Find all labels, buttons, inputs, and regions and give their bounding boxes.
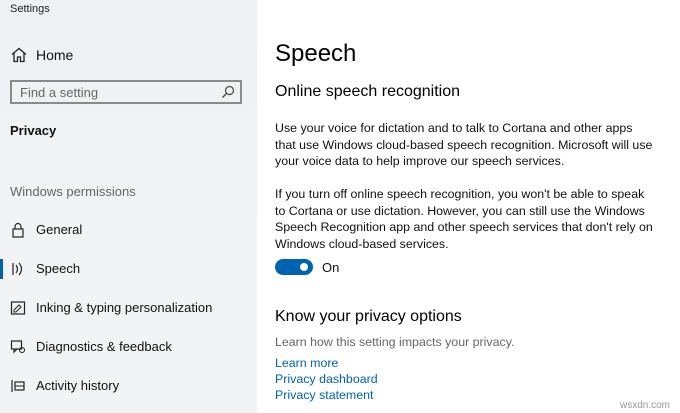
lock-icon — [12, 222, 24, 238]
learn-more-link[interactable]: Learn more — [275, 356, 338, 370]
sidebar-item-label: Activity history — [36, 378, 120, 393]
description-paragraph: Use your voice for dictation and to talk… — [275, 121, 653, 168]
privacy-statement-link[interactable]: Privacy statement — [275, 388, 373, 402]
diagnostics-icon — [10, 340, 26, 354]
sidebar-item-diagnostics[interactable]: Diagnostics & feedback — [0, 332, 257, 362]
home-icon — [11, 47, 27, 63]
sidebar-item-speech[interactable]: Speech — [0, 254, 257, 284]
speech-icon — [12, 262, 23, 276]
privacy-dashboard-link[interactable]: Privacy dashboard — [275, 372, 378, 386]
sidebar-item-label: Speech — [36, 261, 81, 276]
page-title: Speech — [275, 40, 357, 67]
search-input[interactable] — [20, 84, 210, 100]
home-label: Home — [36, 47, 74, 63]
activity-history-icon — [11, 380, 25, 392]
sidebar: Settings Home Privacy Windows permission… — [0, 0, 257, 413]
search-icon[interactable] — [221, 85, 235, 99]
privacy-options-subtitle: Learn how this setting impacts your priv… — [275, 335, 515, 349]
toggle-state-label: On — [322, 260, 340, 275]
section-title: Privacy — [10, 123, 57, 138]
sidebar-item-inking-typing[interactable]: Inking & typing personalization — [0, 293, 257, 323]
home-nav-item[interactable]: Home — [10, 44, 73, 66]
sidebar-item-activity-history[interactable]: Activity history — [0, 371, 257, 401]
online-speech-toggle[interactable] — [275, 259, 313, 275]
section-heading-privacy-options: Know your privacy options — [275, 308, 462, 325]
search-box[interactable] — [10, 80, 242, 104]
sidebar-item-general[interactable]: General — [0, 215, 257, 245]
selection-indicator — [0, 259, 3, 279]
inking-icon — [10, 301, 26, 315]
toggle-knob — [300, 263, 308, 271]
group-label: Windows permissions — [10, 184, 136, 199]
sidebar-item-label: Inking & typing personalization — [36, 300, 213, 315]
sidebar-item-label: Diagnostics & feedback — [36, 339, 172, 354]
sidebar-item-label: General — [36, 222, 83, 237]
window-title: Settings — [10, 3, 50, 15]
section-heading-online-speech: Online speech recognition — [275, 83, 461, 100]
warning-paragraph: If you turn off online speech recognitio… — [275, 187, 653, 251]
watermark: wsxdn.com — [619, 400, 670, 411]
